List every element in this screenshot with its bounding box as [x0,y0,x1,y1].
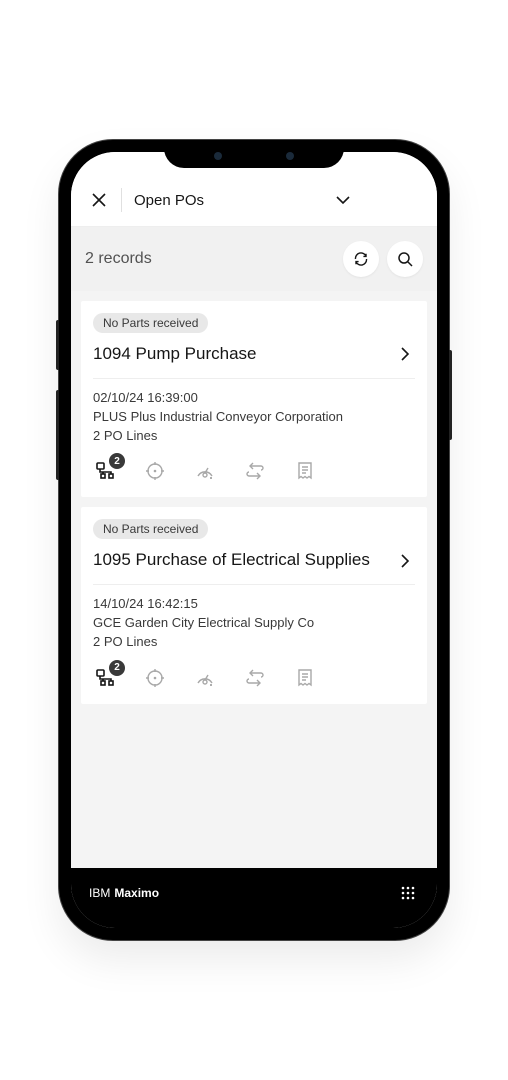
gauge-icon [194,460,216,482]
chevron-right-icon [398,554,412,568]
phone-side-button [449,350,452,440]
open-po-button[interactable] [395,344,415,364]
card-divider [93,378,415,379]
phone-notch [164,140,344,168]
po-card: No Parts received 1094 Pump Purchase 02/… [81,301,427,497]
hierarchy-button[interactable]: 2 [93,459,117,483]
swap-icon [244,460,266,482]
list-toolbar: 2 records [71,227,437,291]
po-title-row[interactable]: 1094 Pump Purchase [93,343,415,366]
records-count: 2 records [85,250,335,268]
close-button[interactable] [85,186,113,214]
receipt-button[interactable] [293,666,317,690]
apps-grid-icon [400,885,416,901]
gauge-button[interactable] [193,666,217,690]
header-divider [121,188,122,212]
po-title-row[interactable]: 1095 Purchase of Electrical Supplies [93,549,415,572]
chevron-down-icon [334,191,352,209]
po-lines-count: 2 PO Lines [93,633,415,652]
po-timestamp: 02/10/24 16:39:00 [93,389,415,408]
po-card: No Parts received 1095 Purchase of Elect… [81,507,427,703]
refresh-button[interactable] [343,241,379,277]
po-timestamp: 14/10/24 16:42:15 [93,595,415,614]
open-po-button[interactable] [395,551,415,571]
card-divider [93,584,415,585]
hierarchy-count-badge: 2 [109,453,125,469]
search-button[interactable] [387,241,423,277]
refresh-icon [352,250,370,268]
po-title: 1095 Purchase of Electrical Supplies [93,549,385,572]
receipt-icon [295,460,315,482]
swap-button[interactable] [243,459,267,483]
swap-button[interactable] [243,666,267,690]
po-actions: 2 [93,459,415,483]
hierarchy-count-badge: 2 [109,660,125,676]
close-icon [91,192,107,208]
status-badge: No Parts received [93,519,208,539]
receipt-button[interactable] [293,459,317,483]
page-title: Open POs [134,192,331,209]
po-supplier: GCE Garden City Electrical Supply Co [93,614,415,633]
dropdown-toggle[interactable] [331,188,355,212]
phone-frame: Open POs 2 records No Parts received 109… [59,140,449,940]
po-actions: 2 [93,666,415,690]
po-lines-count: 2 PO Lines [93,427,415,446]
target-icon [144,667,166,689]
status-badge: No Parts received [93,313,208,333]
app-footer: IBM Maximo [71,868,437,928]
target-button[interactable] [143,666,167,690]
screen: Open POs 2 records No Parts received 109… [71,152,437,928]
swap-icon [244,667,266,689]
records-list: No Parts received 1094 Pump Purchase 02/… [71,291,437,868]
gauge-button[interactable] [193,459,217,483]
target-button[interactable] [143,459,167,483]
receipt-icon [295,667,315,689]
brand-name: Maximo [114,886,159,900]
gauge-icon [194,667,216,689]
po-title: 1094 Pump Purchase [93,343,385,366]
search-icon [396,250,414,268]
po-supplier: PLUS Plus Industrial Conveyor Corporatio… [93,408,415,427]
chevron-right-icon [398,347,412,361]
apps-menu-button[interactable] [397,882,419,904]
target-icon [144,460,166,482]
hierarchy-button[interactable]: 2 [93,666,117,690]
brand-prefix: IBM [89,886,110,900]
